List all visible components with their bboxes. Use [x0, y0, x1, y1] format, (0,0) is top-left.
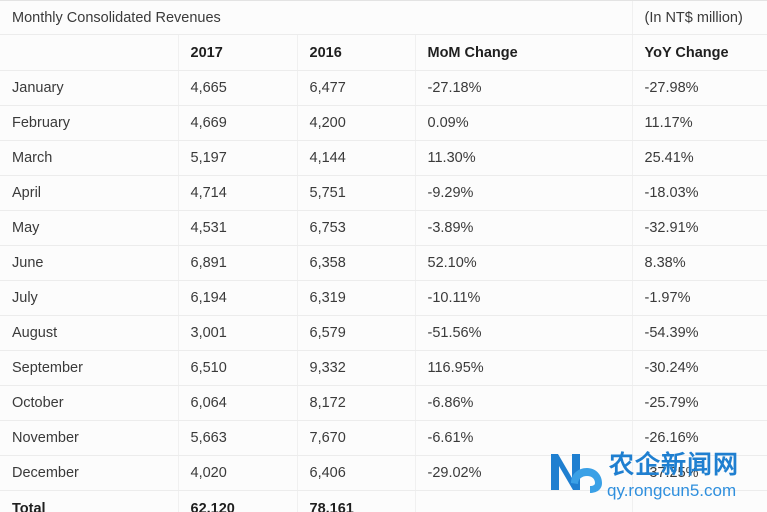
cell-2017: 6,510	[178, 350, 298, 386]
cell-month: May	[0, 210, 179, 246]
cell-2016: 6,477	[297, 70, 416, 106]
cell-2017: 4,669	[178, 105, 298, 141]
cell-2016: 6,358	[297, 245, 416, 281]
cell-2016: 7,670	[297, 420, 416, 456]
cell-mom: -27.18%	[415, 70, 633, 106]
table-header-row: 2017 2016 MoM Change YoY Change	[0, 34, 767, 71]
cell-2017: 4,714	[178, 175, 298, 211]
cell-yoy: -30.24%	[632, 350, 767, 386]
cell-yoy: -25.79%	[632, 385, 767, 421]
cell-month: July	[0, 280, 179, 316]
cell-mom: 52.10%	[415, 245, 633, 281]
table-row: December 4,020 6,406 -29.02% -37.25%	[0, 455, 767, 491]
table-body: Monthly Consolidated Revenues (In NT$ mi…	[0, 1, 767, 512]
table-row: March 5,197 4,144 11.30% 25.41%	[0, 140, 767, 176]
cell-mom: -10.11%	[415, 280, 633, 316]
cell-month: April	[0, 175, 179, 211]
cell-2017: 6,194	[178, 280, 298, 316]
cell-2016: 4,200	[297, 105, 416, 141]
cell-month: November	[0, 420, 179, 456]
cell-mom: -6.61%	[415, 420, 633, 456]
cell-2017: 4,665	[178, 70, 298, 106]
table-row: August 3,001 6,579 -51.56% -54.39%	[0, 315, 767, 351]
cell-mom: -9.29%	[415, 175, 633, 211]
cell-mom: 11.30%	[415, 140, 633, 176]
cell-month: September	[0, 350, 179, 386]
cell-yoy: -37.25%	[632, 455, 767, 491]
cell-2016: 4,144	[297, 140, 416, 176]
cell-2017: 5,197	[178, 140, 298, 176]
monthly-consolidated-revenues-table: Monthly Consolidated Revenues (In NT$ mi…	[0, 1, 767, 512]
cell-mom: 0.09%	[415, 105, 633, 141]
cell-yoy: -54.39%	[632, 315, 767, 351]
cell-month: December	[0, 455, 179, 491]
cell-2017: 6,064	[178, 385, 298, 421]
cell-2016: 8,172	[297, 385, 416, 421]
cell-month: March	[0, 140, 179, 176]
table-row: January 4,665 6,477 -27.18% -27.98%	[0, 70, 767, 106]
table-row: February 4,669 4,200 0.09% 11.17%	[0, 105, 767, 141]
cell-2016: 6,579	[297, 315, 416, 351]
cell-yoy: 11.17%	[632, 105, 767, 141]
table-total-row: Total 62,120 78,161	[0, 490, 767, 512]
cell-total-label: Total	[0, 490, 179, 512]
cell-month: August	[0, 315, 179, 351]
cell-mom: -29.02%	[415, 455, 633, 491]
page-title: Monthly Consolidated Revenues	[0, 1, 633, 35]
cell-total-2016: 78,161	[297, 490, 416, 512]
cell-2017: 4,531	[178, 210, 298, 246]
cell-month: June	[0, 245, 179, 281]
cell-total-yoy	[632, 490, 767, 512]
cell-2016: 9,332	[297, 350, 416, 386]
column-header-2017: 2017	[178, 34, 298, 71]
cell-mom: -51.56%	[415, 315, 633, 351]
cell-total-2017: 62,120	[178, 490, 298, 512]
cell-month: January	[0, 70, 179, 106]
table-row: October 6,064 8,172 -6.86% -25.79%	[0, 385, 767, 421]
cell-yoy: -27.98%	[632, 70, 767, 106]
table-row: July 6,194 6,319 -10.11% -1.97%	[0, 280, 767, 316]
table-row: May 4,531 6,753 -3.89% -32.91%	[0, 210, 767, 246]
cell-mom: -3.89%	[415, 210, 633, 246]
cell-2017: 4,020	[178, 455, 298, 491]
cell-mom: 116.95%	[415, 350, 633, 386]
table-row: September 6,510 9,332 116.95% -30.24%	[0, 350, 767, 386]
column-header-mom-change: MoM Change	[415, 34, 633, 71]
cell-yoy: -32.91%	[632, 210, 767, 246]
cell-yoy: -18.03%	[632, 175, 767, 211]
cell-2017: 3,001	[178, 315, 298, 351]
cell-2017: 6,891	[178, 245, 298, 281]
cell-yoy: 8.38%	[632, 245, 767, 281]
cell-2017: 5,663	[178, 420, 298, 456]
cell-total-mom	[415, 490, 633, 512]
cell-2016: 6,406	[297, 455, 416, 491]
revenue-table-container: Monthly Consolidated Revenues (In NT$ mi…	[0, 0, 767, 512]
unit-note: (In NT$ million)	[631, 1, 767, 35]
column-header-2016: 2016	[297, 34, 416, 71]
cell-2016: 5,751	[297, 175, 416, 211]
cell-yoy: 25.41%	[632, 140, 767, 176]
cell-month: February	[0, 105, 179, 141]
table-row: June 6,891 6,358 52.10% 8.38%	[0, 245, 767, 281]
cell-2016: 6,753	[297, 210, 416, 246]
cell-month: October	[0, 385, 179, 421]
column-header-yoy-change: YoY Change	[632, 34, 767, 71]
cell-yoy: -1.97%	[632, 280, 767, 316]
column-header-month	[0, 34, 179, 71]
cell-2016: 6,319	[297, 280, 416, 316]
cell-mom: -6.86%	[415, 385, 633, 421]
table-row: November 5,663 7,670 -6.61% -26.16%	[0, 420, 767, 456]
cell-yoy: -26.16%	[632, 420, 767, 456]
table-title-row: Monthly Consolidated Revenues (In NT$ mi…	[0, 1, 767, 35]
table-row: April 4,714 5,751 -9.29% -18.03%	[0, 175, 767, 211]
